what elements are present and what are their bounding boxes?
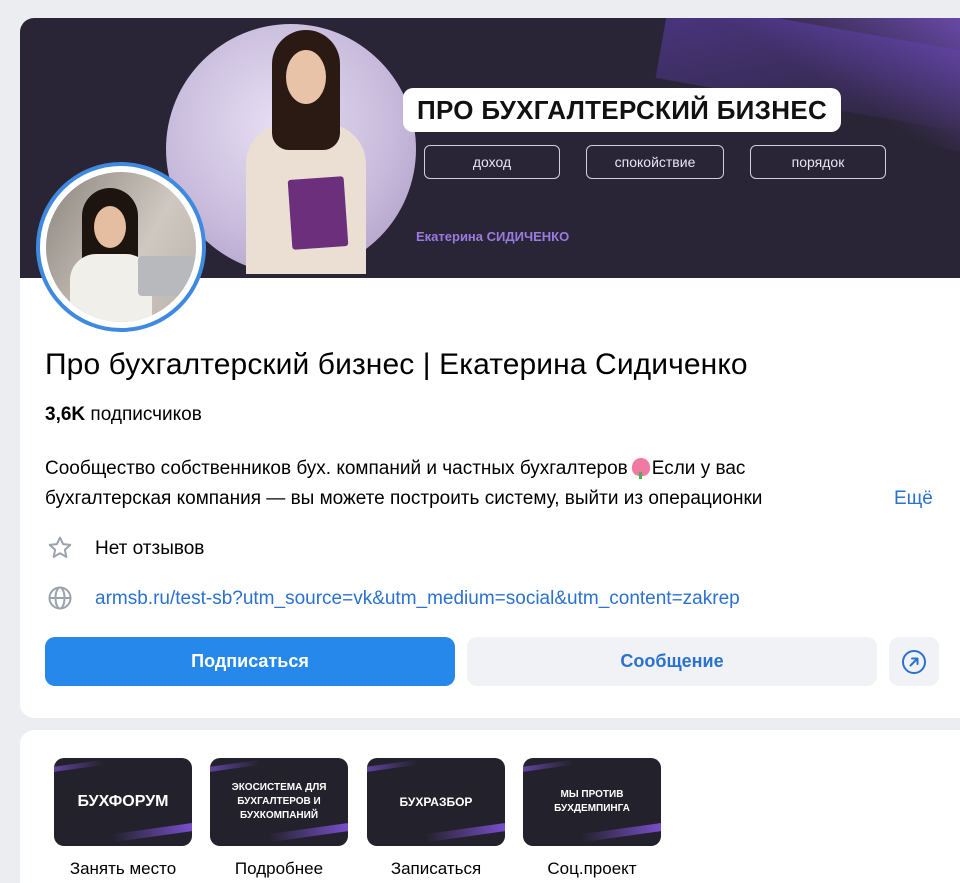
description-text-a: Сообщество собственников бух. компаний и…: [45, 458, 628, 479]
website-link[interactable]: armsb.ru/test-sb?utm_source=vk&utm_mediu…: [95, 588, 740, 610]
description-line-1: Сообщество собственников бух. компаний и…: [45, 454, 945, 484]
tile-streak: [523, 759, 574, 774]
tile-text: МЫ ПРОТИВ БУХДЕМПИНГА: [554, 789, 630, 814]
link-label-dumping[interactable]: Соц.проект: [523, 859, 661, 879]
link-label-buhforum[interactable]: Занять место: [54, 859, 192, 879]
link-label-buhrazbor[interactable]: Записаться: [367, 859, 505, 879]
person-face: [286, 50, 326, 104]
avatar-photo: [46, 172, 196, 322]
more-link[interactable]: Ещё: [894, 484, 933, 514]
avatar-face: [94, 206, 126, 248]
tile-streak: [111, 821, 192, 843]
page-title: Про бухгалтерский бизнес | Екатерина Сид…: [45, 348, 748, 381]
person-book: [287, 176, 349, 250]
subscribers-number: 3,6K: [45, 404, 86, 425]
cover-signature: Екатерина СИДИЧЕНКО: [416, 229, 570, 244]
tile-streak: [210, 759, 261, 774]
link-label-ecosystem[interactable]: Подробнее: [210, 859, 348, 879]
subscribers-label: подписчиков: [90, 404, 202, 425]
tile-streak: [267, 821, 348, 843]
tile-text: БУХРАЗБОР: [399, 795, 473, 809]
tile-text: ЭКОСИСТЕМА ДЛЯ БУХГАЛТЕРОВ И БУХКОМПАНИЙ: [231, 782, 327, 821]
link-tile-buhrazbor[interactable]: БУХРАЗБОР: [367, 758, 505, 846]
cover-pill-order: порядок: [750, 145, 886, 179]
star-icon: [48, 536, 72, 558]
subscribers-count[interactable]: 3,6K подписчиков: [45, 404, 202, 426]
link-tile-buhforum[interactable]: БУХФОРУМ: [54, 758, 192, 846]
cover-person-photo: [230, 28, 380, 274]
description-text-b: Если у вас: [651, 458, 746, 479]
avatar-laptop: [138, 256, 194, 296]
avatar[interactable]: [36, 162, 206, 332]
link-tile-ecosystem[interactable]: ЭКОСИСТЕМА ДЛЯ БУХГАЛТЕРОВ И БУХКОМПАНИЙ: [210, 758, 348, 846]
cover-pill-calm: спокойствие: [586, 145, 724, 179]
tile-text: БУХФОРУМ: [77, 793, 169, 810]
message-button[interactable]: Сообщение: [467, 637, 877, 686]
tile-streak: [54, 759, 105, 774]
subscribe-button[interactable]: Подписаться: [45, 637, 455, 686]
share-button[interactable]: [889, 637, 939, 686]
cover-pill-income: доход: [424, 145, 560, 179]
tile-streak: [580, 821, 661, 843]
globe-icon: [48, 586, 72, 610]
share-arrow-icon: [902, 649, 926, 674]
tile-streak: [367, 759, 418, 774]
community-description: Сообщество собственников бух. компаний и…: [45, 454, 945, 514]
tulip-emoji-icon: [631, 458, 650, 479]
cover-pills: доход спокойствие порядок: [424, 145, 886, 179]
description-text-c: бухгалтерская компания — вы можете постр…: [45, 488, 763, 509]
link-tile-dumping[interactable]: МЫ ПРОТИВ БУХДЕМПИНГА: [523, 758, 661, 846]
tile-streak: [424, 821, 505, 843]
description-line-2: бухгалтерская компания — вы можете постр…: [45, 484, 945, 514]
cover-headline: ПРО БУХГАЛТЕРСКИЙ БИЗНЕС: [403, 88, 842, 132]
reviews-status[interactable]: Нет отзывов: [95, 538, 204, 560]
